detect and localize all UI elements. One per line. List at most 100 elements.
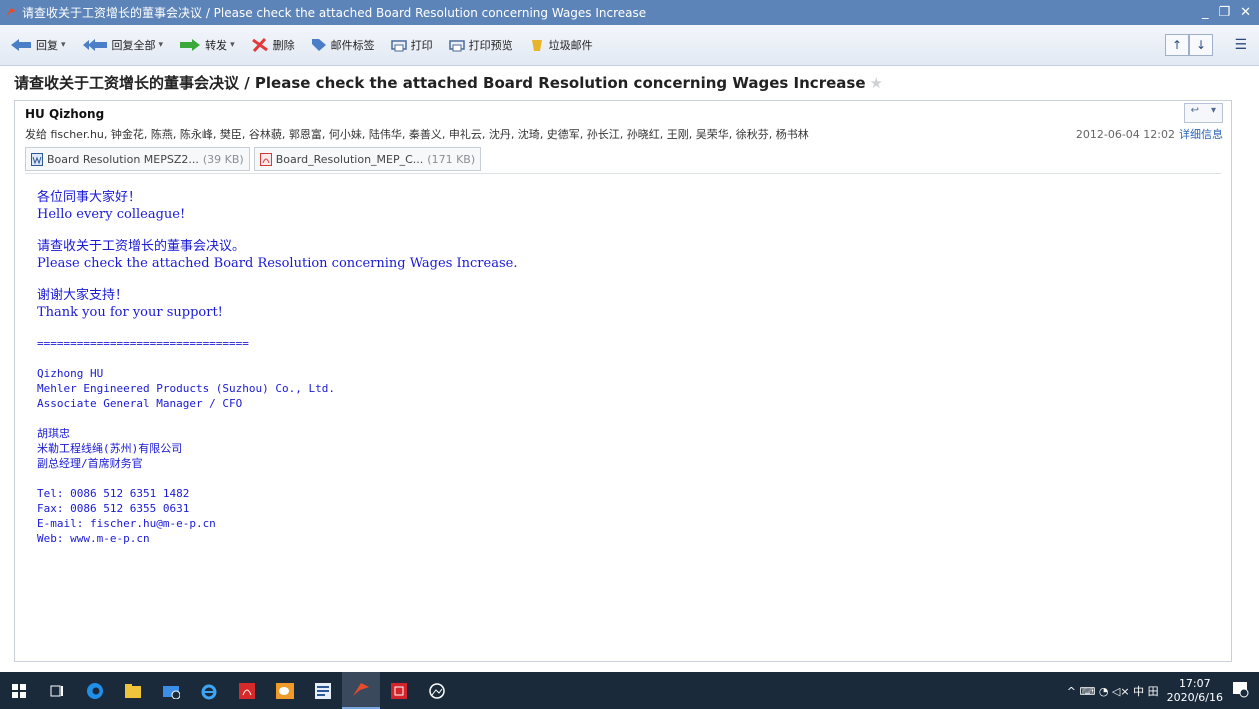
taskbar-app-foxmail[interactable] <box>342 672 380 709</box>
reply-all-button[interactable]: 回复全部 ▾ <box>82 37 164 53</box>
notification-icon <box>1233 682 1249 698</box>
clock-time: 17:07 <box>1178 676 1211 690</box>
message-panel: HU Qizhong ↩ ▾ 发给 fischer.hu, 钟金花, 陈燕, 陈… <box>14 100 1232 662</box>
signature-separator: ================================ <box>37 337 249 350</box>
tag-icon <box>311 39 326 51</box>
print-label: 打印 <box>410 39 433 52</box>
details-link[interactable]: 详细信息 <box>1179 128 1223 141</box>
signature-web[interactable]: Web: www.m-e-p.cn <box>37 531 517 546</box>
attachment-size: (171 KB) <box>427 152 476 166</box>
check-line-en: Please check the attached Board Resoluti… <box>37 256 518 271</box>
attachment-item[interactable]: Board Resolution MEPSZ2... (39 KB) <box>25 147 250 171</box>
taskbar-app[interactable] <box>304 672 342 709</box>
greeting-en: Hello every colleague! <box>37 207 186 222</box>
reply-button[interactable]: 回复 ▾ <box>10 37 66 53</box>
taskbar-app[interactable] <box>266 672 304 709</box>
star-icon[interactable]: ★ <box>870 74 883 92</box>
taskbar-app[interactable] <box>228 672 266 709</box>
attachment-size: (39 KB) <box>202 152 244 166</box>
wechat-icon <box>276 682 294 699</box>
taskbar-app[interactable] <box>380 672 418 709</box>
quick-reply-control[interactable]: ↩ ▾ <box>1183 103 1223 123</box>
window-titlebar: 请查收关于工资增长的董事会决议 / Please check the attac… <box>0 0 1259 25</box>
windows-taskbar: ^ ⌨ ◔ ◁× 中 田 17:07 2020/6/16 <box>0 672 1259 709</box>
taskbar-app[interactable] <box>418 672 456 709</box>
reply-label: 回复 <box>36 39 58 52</box>
quick-reply-icon[interactable]: ↩ <box>1185 104 1205 122</box>
signature-title-zh: 副总经理/首席财务官 <box>37 457 143 470</box>
mail-date: 2012-06-04 12:02 详细信息 <box>1076 126 1223 142</box>
maximize-button[interactable]: ❐ <box>1218 5 1230 20</box>
minimize-button[interactable]: _ <box>1202 5 1209 20</box>
system-tray: ^ ⌨ ◔ ◁× 中 田 17:07 2020/6/16 <box>1067 672 1249 709</box>
tag-label: 邮件标签 <box>330 39 375 52</box>
attachment-name: Board Resolution MEPSZ2... <box>47 152 199 166</box>
print-preview-button[interactable]: 打印预览 <box>448 37 513 53</box>
print-button[interactable]: 打印 <box>390 37 433 53</box>
taskbar-app[interactable] <box>114 672 152 709</box>
delete-x-icon <box>251 38 268 52</box>
signature-email[interactable]: E-mail: fischer.hu@m-e-p.cn <box>37 516 517 531</box>
greeting-zh: 各位同事大家好！ <box>37 190 142 205</box>
clock-date: 2020/6/16 <box>1166 690 1223 704</box>
forward-icon <box>180 39 201 51</box>
file-explorer-icon <box>125 683 141 698</box>
junk-label: 垃圾邮件 <box>548 39 593 52</box>
chevron-down-icon[interactable]: ▾ <box>230 40 235 50</box>
chevron-down-icon[interactable]: ▾ <box>1205 104 1222 122</box>
taskbar-app[interactable] <box>152 672 190 709</box>
signature-company-zh: 米勒工程线绳(苏州)有限公司 <box>37 442 183 455</box>
previous-mail-button[interactable]: ↑ <box>1165 34 1189 56</box>
word-icon <box>315 682 331 699</box>
attachment-item[interactable]: Board_Resolution_MEP_C... (171 KB) <box>253 147 482 171</box>
delete-button[interactable]: 删除 <box>251 37 295 53</box>
signature-title-en: Associate General Manager / CFO <box>37 397 243 410</box>
forward-label: 转发 <box>205 39 228 52</box>
internet-explorer-icon <box>201 684 217 699</box>
chevron-down-icon[interactable]: ▾ <box>159 40 164 50</box>
word-doc-icon <box>31 152 43 166</box>
sender-name[interactable]: HU Qizhong <box>25 107 104 121</box>
mail-icon <box>163 685 180 699</box>
windows-logo-icon <box>12 683 26 698</box>
taskbar-app[interactable] <box>76 672 114 709</box>
close-button[interactable]: ✕ <box>1240 5 1251 20</box>
date-text: 2012-06-04 12:02 <box>1075 128 1175 141</box>
next-mail-button[interactable]: ↓ <box>1189 34 1213 56</box>
foxmail-logo-icon <box>353 682 369 696</box>
subject-text: 请查收关于工资增长的董事会决议 / Please check the attac… <box>14 74 866 92</box>
chevron-down-icon[interactable]: ▾ <box>61 40 66 50</box>
signature-tel: Tel: 0086 512 6351 1482 <box>37 487 190 500</box>
mail-subject: 请查收关于工资增长的董事会决议 / Please check the attac… <box>14 72 883 93</box>
delete-label: 删除 <box>272 39 295 52</box>
print-preview-label: 打印预览 <box>468 39 513 52</box>
taskbar-app[interactable] <box>190 672 228 709</box>
mail-toolbar: 回复 ▾ 回复全部 ▾ 转发 ▾ 删除 邮件标签 打印 打印预览 垃圾邮件 ↑ ↓ ☰ <box>0 25 1259 66</box>
signature-name-en: Qizhong HU <box>37 367 104 380</box>
edge-icon <box>87 682 103 699</box>
youdao-dictionary-icon <box>391 682 407 699</box>
signature-fax: Fax: 0086 512 6355 0631 <box>37 502 190 515</box>
thanks-en: Thank you for your support! <box>37 305 223 320</box>
tag-button[interactable]: 邮件标签 <box>311 37 375 53</box>
photos-icon <box>429 682 445 699</box>
forward-button[interactable]: 转发 ▾ <box>179 37 235 53</box>
attachments: Board Resolution MEPSZ2... (39 KB) Board_… <box>25 147 482 171</box>
window-title: 请查收关于工资增长的董事会决议 / Please check the attac… <box>22 6 647 20</box>
print-icon <box>390 40 407 52</box>
recipients: 发给 fischer.hu, 钟金花, 陈燕, 陈永峰, 樊臣, 谷林藐, 郭恩… <box>25 128 809 141</box>
foxmail-logo-icon <box>6 7 16 17</box>
system-clock[interactable]: 17:07 2020/6/16 <box>1167 677 1223 705</box>
notification-center-icon[interactable] <box>1231 680 1249 701</box>
tray-icons[interactable]: ^ ⌨ ◔ ◁× 中 田 <box>1067 683 1159 699</box>
junk-icon <box>531 40 542 51</box>
signature-company-en: Mehler Engineered Products (Suzhou) Co.,… <box>37 382 336 395</box>
task-view-icon <box>50 685 63 696</box>
pdf-reader-icon <box>239 682 255 699</box>
header-divider <box>25 173 1221 174</box>
reply-icon <box>11 39 31 51</box>
start-button[interactable] <box>0 672 38 709</box>
menu-icon[interactable]: ☰ <box>1234 37 1247 53</box>
task-view-button[interactable] <box>38 672 76 709</box>
junk-button[interactable]: 垃圾邮件 <box>529 37 593 53</box>
